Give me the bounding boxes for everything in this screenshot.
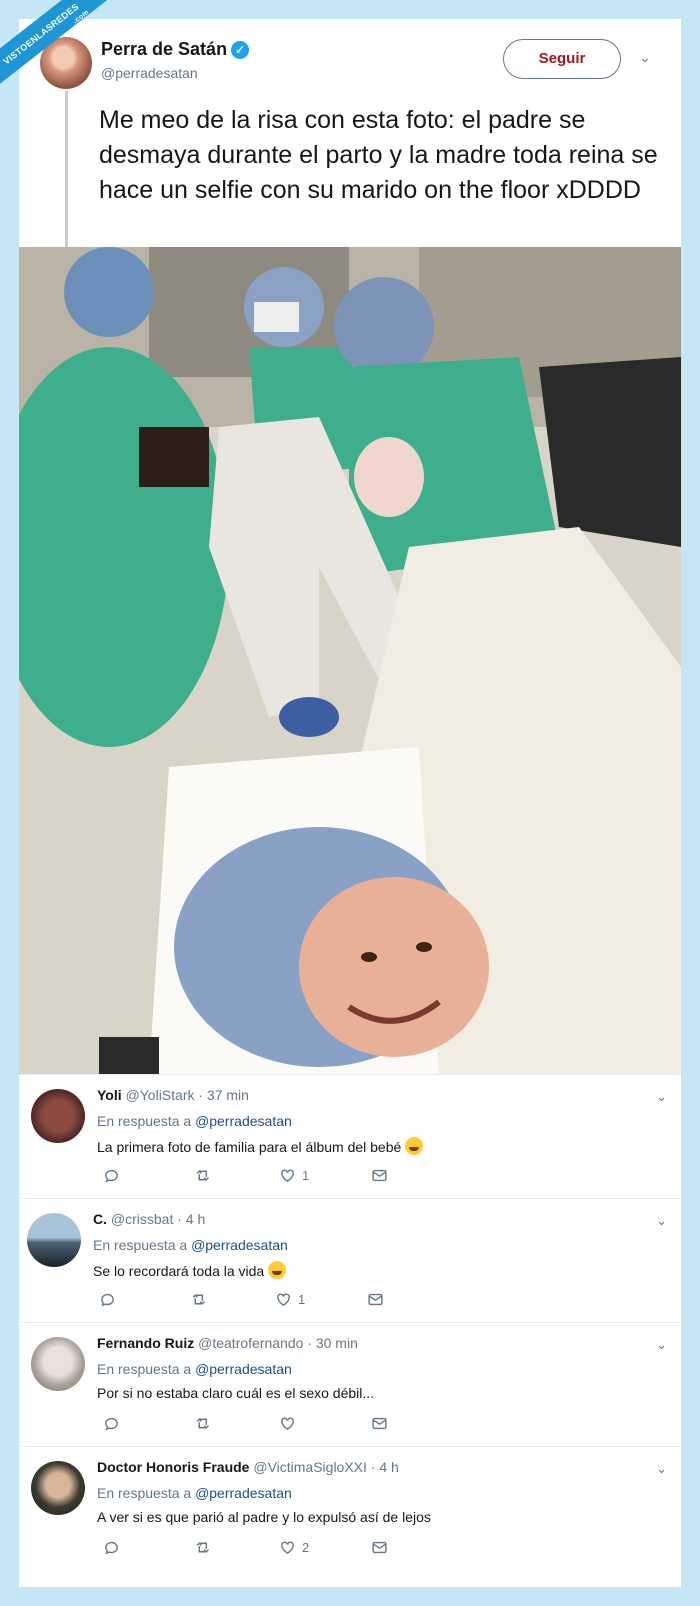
reply-header: C. @crissbat · 4 h bbox=[93, 1211, 205, 1227]
mention-link[interactable]: @perradesatan bbox=[191, 1237, 288, 1253]
envelope-icon bbox=[372, 1417, 387, 1430]
reply-actions: 1 bbox=[103, 1167, 403, 1187]
reply-button[interactable] bbox=[103, 1167, 120, 1184]
in-reply-to: En respuesta a @perradesatan bbox=[97, 1361, 292, 1377]
envelope-icon bbox=[368, 1293, 383, 1306]
chevron-down-icon[interactable]: ⌄ bbox=[656, 1089, 667, 1105]
in-reply-prefix: En respuesta a bbox=[97, 1113, 192, 1129]
retweet-icon bbox=[192, 1294, 205, 1305]
reply-author-handle[interactable]: @crissbat bbox=[111, 1211, 173, 1227]
dm-button[interactable] bbox=[371, 1539, 388, 1556]
reply-icon bbox=[105, 1417, 118, 1431]
reply-author-name[interactable]: Doctor Honoris Fraude bbox=[97, 1459, 249, 1475]
tweet-card: Perra de Satán ✓ @perradesatan Seguir ⌄ M… bbox=[19, 19, 681, 1587]
avatar[interactable] bbox=[27, 1213, 81, 1267]
reply-tweet[interactable]: Fernando Ruiz @teatrofernando · 30 min ⌄… bbox=[19, 1322, 681, 1446]
avatar[interactable] bbox=[31, 1337, 85, 1391]
mention-link[interactable]: @perradesatan bbox=[195, 1485, 292, 1501]
reply-header: Doctor Honoris Fraude @VictimaSigloXXI ·… bbox=[97, 1459, 399, 1475]
reply-text: Por si no estaba claro cuál es el sexo d… bbox=[97, 1385, 375, 1401]
in-reply-to: En respuesta a @perradesatan bbox=[97, 1113, 292, 1129]
author-name[interactable]: Perra de Satán ✓ bbox=[101, 39, 250, 60]
in-reply-prefix: En respuesta a bbox=[97, 1361, 192, 1377]
author-name-text[interactable]: Perra de Satán bbox=[101, 39, 227, 59]
chevron-down-icon[interactable]: ⌄ bbox=[656, 1213, 667, 1229]
tweet-photo[interactable] bbox=[19, 247, 681, 1074]
retweet-button[interactable] bbox=[195, 1167, 212, 1184]
grinning-squint-emoji-icon bbox=[405, 1137, 424, 1155]
dm-button[interactable] bbox=[367, 1291, 384, 1308]
heart-icon bbox=[281, 1169, 294, 1183]
reply-author-handle[interactable]: @VictimaSigloXXI bbox=[253, 1459, 367, 1475]
envelope-icon bbox=[372, 1541, 387, 1554]
retweet-icon bbox=[196, 1170, 209, 1181]
tweet-text: Me meo de la risa con esta foto: el padr… bbox=[99, 106, 658, 204]
reply-icon bbox=[101, 1293, 114, 1307]
reply-actions: 1 bbox=[99, 1291, 399, 1311]
retweet-icon bbox=[196, 1418, 209, 1429]
in-reply-prefix: En respuesta a bbox=[97, 1485, 192, 1501]
like-button[interactable] bbox=[279, 1415, 302, 1432]
follow-button[interactable]: Seguir bbox=[503, 39, 621, 79]
dm-button[interactable] bbox=[371, 1167, 388, 1184]
reply-button[interactable] bbox=[103, 1415, 120, 1432]
heart-icon bbox=[277, 1293, 290, 1307]
retweet-button[interactable] bbox=[195, 1539, 212, 1556]
like-button[interactable]: 2 bbox=[279, 1539, 309, 1556]
mention-link[interactable]: @perradesatan bbox=[195, 1361, 292, 1377]
envelope-icon bbox=[372, 1169, 387, 1182]
reply-tweet[interactable]: Doctor Honoris Fraude @VictimaSigloXXI ·… bbox=[19, 1446, 681, 1570]
reply-header: Fernando Ruiz @teatrofernando · 30 min bbox=[97, 1335, 358, 1351]
in-reply-to: En respuesta a @perradesatan bbox=[93, 1237, 288, 1253]
mention-link[interactable]: @perradesatan bbox=[195, 1113, 292, 1129]
tears-of-joy-emoji-icon bbox=[268, 1261, 287, 1279]
author-handle[interactable]: @perradesatan bbox=[101, 65, 198, 81]
reply-header: Yoli @YoliStark · 37 min bbox=[97, 1087, 249, 1103]
dm-button[interactable] bbox=[371, 1415, 388, 1432]
retweet-button[interactable] bbox=[191, 1291, 208, 1308]
reply-author-name[interactable]: Yoli bbox=[97, 1087, 122, 1103]
heart-icon bbox=[281, 1541, 294, 1555]
avatar[interactable] bbox=[31, 1461, 85, 1515]
reply-timestamp[interactable]: · 4 h bbox=[177, 1211, 205, 1227]
like-button[interactable]: 1 bbox=[279, 1167, 309, 1184]
reply-timestamp[interactable]: · 37 min bbox=[198, 1087, 249, 1103]
verified-icon: ✓ bbox=[231, 41, 250, 59]
reply-text: Se lo recordará toda la vida bbox=[93, 1261, 287, 1279]
in-reply-prefix: En respuesta a bbox=[93, 1237, 188, 1253]
chevron-down-icon[interactable]: ⌄ bbox=[656, 1337, 667, 1353]
reply-actions bbox=[103, 1415, 403, 1435]
chevron-down-icon[interactable]: ⌄ bbox=[639, 49, 651, 66]
like-count: 1 bbox=[298, 1292, 306, 1307]
reply-actions: 2 bbox=[103, 1539, 403, 1559]
reply-button[interactable] bbox=[103, 1539, 120, 1556]
heart-icon bbox=[281, 1417, 294, 1431]
avatar[interactable] bbox=[31, 1089, 85, 1143]
reply-tweet[interactable]: C. @crissbat · 4 h ⌄ En respuesta a @per… bbox=[19, 1198, 681, 1322]
reply-text: A ver si es que parió al padre y lo expu… bbox=[97, 1509, 431, 1525]
thread-line bbox=[65, 91, 68, 273]
reply-text-content: Se lo recordará toda la vida bbox=[93, 1263, 265, 1279]
reply-author-name[interactable]: Fernando Ruiz bbox=[97, 1335, 194, 1351]
reply-button[interactable] bbox=[99, 1291, 116, 1308]
like-count: 1 bbox=[302, 1168, 310, 1183]
in-reply-to: En respuesta a @perradesatan bbox=[97, 1485, 292, 1501]
like-button[interactable]: 1 bbox=[275, 1291, 305, 1308]
photo-image bbox=[19, 247, 681, 1074]
reply-author-handle[interactable]: @teatrofernando bbox=[198, 1335, 303, 1351]
reply-icon bbox=[105, 1541, 118, 1555]
reply-icon bbox=[105, 1169, 118, 1183]
reply-timestamp[interactable]: · 4 h bbox=[371, 1459, 399, 1475]
reply-tweet[interactable]: Yoli @YoliStark · 37 min ⌄ En respuesta … bbox=[19, 1074, 681, 1198]
reply-author-handle[interactable]: @YoliStark bbox=[126, 1087, 195, 1103]
like-count: 2 bbox=[302, 1540, 310, 1555]
reply-author-name[interactable]: C. bbox=[93, 1211, 107, 1227]
reply-timestamp[interactable]: · 30 min bbox=[307, 1335, 358, 1351]
retweet-button[interactable] bbox=[195, 1415, 212, 1432]
reply-text-content: La primera foto de familia para el álbum… bbox=[97, 1139, 402, 1155]
retweet-icon bbox=[196, 1542, 209, 1553]
reply-text: La primera foto de familia para el álbum… bbox=[97, 1137, 424, 1155]
chevron-down-icon[interactable]: ⌄ bbox=[656, 1461, 667, 1477]
